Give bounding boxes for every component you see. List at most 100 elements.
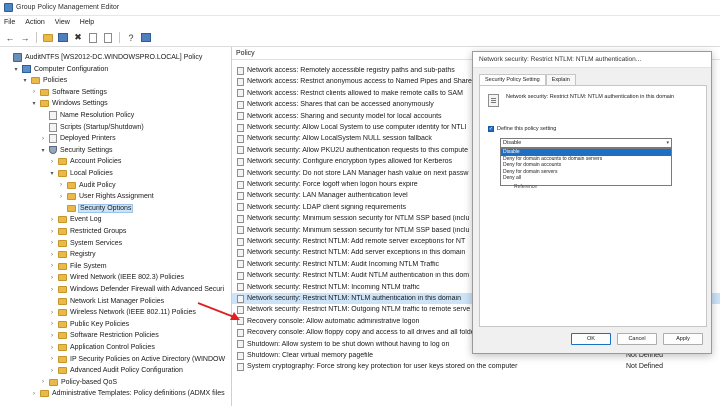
tree-item[interactable]: › Windows Defender Firewall with Advanced… [49,284,224,295]
chevron-down-icon[interactable]: ▾ [13,66,19,73]
tab-security-policy-setting[interactable]: Security Policy Setting [479,74,546,85]
properties-icon[interactable] [87,32,99,44]
tree-item[interactable]: › User Rights Assignment [58,191,154,202]
tree-item-label: AuditNTFS [WS2012-DC.WINDOWSPRO.LOCAL] P… [25,54,203,61]
policy-icon [237,248,244,257]
option-deny-all[interactable]: Deny all [501,175,671,182]
dialog-title: Network security: Restrict NTLM: NTLM au… [473,52,711,68]
policy-icon [237,260,244,269]
policy-icon [237,191,244,200]
export-icon[interactable] [102,32,114,44]
tree-item-label: Security Settings [60,146,113,154]
computer-icon [22,65,31,74]
tree-item[interactable]: › Account Policies [49,156,121,167]
chevron-right-icon[interactable]: › [40,136,46,142]
help-icon[interactable]: ? [125,32,137,44]
tree-item[interactable]: Scripts (Startup/Shutdown) [40,122,144,133]
policy-icon [237,271,244,280]
chevron-right-icon[interactable]: › [31,391,37,397]
policy-icon [237,66,244,75]
chevron-right-icon[interactable]: › [49,368,55,374]
chevron-right-icon[interactable]: › [49,229,55,235]
checkbox-checked-icon: ✓ [488,126,494,132]
console-icon[interactable] [140,32,152,44]
menu-help[interactable]: Help [80,19,94,26]
policy-icon [237,157,244,166]
tree-item[interactable]: ▾ Windows Settings [31,98,108,109]
chevron-right-icon[interactable]: › [49,310,55,316]
chevron-right-icon[interactable]: › [40,379,46,385]
chevron-right-icon[interactable]: › [49,252,55,258]
chevron-right-icon[interactable]: › [31,89,37,95]
policy-icon [49,122,57,132]
chevron-right-icon[interactable]: › [49,275,55,281]
chevron-right-icon[interactable]: › [58,182,64,188]
tree-item[interactable]: ▾ Computer Configuration [13,64,108,75]
chevron-right-icon[interactable]: › [49,345,55,351]
chevron-right-icon[interactable]: › [49,240,55,246]
chevron-right-icon[interactable]: › [49,159,55,165]
apply-button[interactable]: Apply [663,333,703,345]
tree-item[interactable]: › Deployed Printers [40,133,116,144]
tree-item[interactable]: AuditNTFS [WS2012-DC.WINDOWSPRO.LOCAL] P… [4,52,202,63]
tree-item[interactable]: ▾ Local Policies [49,168,113,179]
tree-item[interactable]: › Advanced Audit Policy Configuration [49,365,183,376]
policy-icon [237,180,244,189]
tree-item[interactable]: › Public Key Policies [49,319,129,330]
tree-item-label: Windows Settings [52,100,108,108]
tree-item[interactable]: › File System [49,261,107,272]
tab-explain[interactable]: Explain [545,74,576,85]
column-header-label: Policy [236,49,255,57]
chevron-right-icon[interactable]: › [49,217,55,223]
tree-item[interactable]: › Event Log [49,214,102,225]
policy-icon [237,134,244,143]
tree-item[interactable]: › IP Security Policies on Active Director… [49,354,225,365]
tree-item[interactable]: › Software Restriction Policies [49,330,159,341]
policy-icon [237,283,244,292]
menu-action[interactable]: Action [25,19,44,26]
back-icon[interactable]: ← [4,32,16,44]
tree-item[interactable]: Security Options [58,203,134,214]
ok-button[interactable]: OK [571,333,611,345]
tree-item[interactable]: ▾ Policies [22,75,67,86]
delete-icon[interactable]: ✖ [72,32,84,44]
chevron-down-icon[interactable]: ▾ [22,77,28,84]
chevron-down-icon[interactable]: ▾ [49,170,55,177]
up-folder-icon[interactable] [42,32,54,44]
tree-item[interactable]: › System Services [49,238,122,249]
root-icon [13,53,22,62]
tree-item[interactable]: Network List Manager Policies [49,296,164,307]
tree-item[interactable]: Name Resolution Policy [40,110,134,121]
tree-item[interactable]: › Audit Policy [58,180,116,191]
tree-item[interactable]: › Policy-based QoS [40,377,117,388]
tree-item[interactable]: › Application Control Policies [49,342,155,353]
policy-value-select[interactable]: Disable ▾ [500,138,672,148]
tree-item[interactable]: › Wired Network (IEEE 802.3) Policies [49,272,184,283]
forward-icon[interactable]: → [19,32,31,44]
chevron-right-icon[interactable]: › [49,287,55,293]
tree-item[interactable]: › Wireless Network (IEEE 802.11) Policies [49,307,196,318]
define-policy-checkbox[interactable]: ✓ Define this policy setting [488,126,556,132]
chevron-right-icon[interactable]: › [49,333,55,339]
tree-item[interactable]: › Administrative Templates: Policy defini… [31,388,225,399]
chevron-right-icon[interactable]: › [58,194,64,200]
chevron-right-icon[interactable]: › [49,263,55,269]
folder-icon [58,320,67,328]
dialog-tabs: Security Policy Setting Explain [479,74,576,85]
cancel-button[interactable]: Cancel [617,333,657,345]
show-tree-icon[interactable] [57,32,69,44]
chevron-down-icon[interactable]: ▾ [40,147,46,154]
app-icon [4,3,13,12]
tree-item[interactable]: › Restricted Groups [49,226,126,237]
chevron-right-icon[interactable]: › [49,321,55,327]
chevron-down-icon[interactable]: ▾ [31,100,37,107]
tree-item-label: Scripts (Startup/Shutdown) [60,123,144,131]
menu-file[interactable]: File [4,19,15,26]
chevron-right-icon[interactable]: › [49,356,55,362]
menu-view[interactable]: View [55,19,70,26]
policy-row[interactable]: System cryptography: Force strong key pr… [232,361,720,372]
tree-item[interactable]: › Registry [49,249,96,260]
tree-item[interactable]: ▾ Security Settings [40,145,113,156]
tree-item[interactable]: › Software Settings [31,87,107,98]
folder-icon [67,193,76,201]
